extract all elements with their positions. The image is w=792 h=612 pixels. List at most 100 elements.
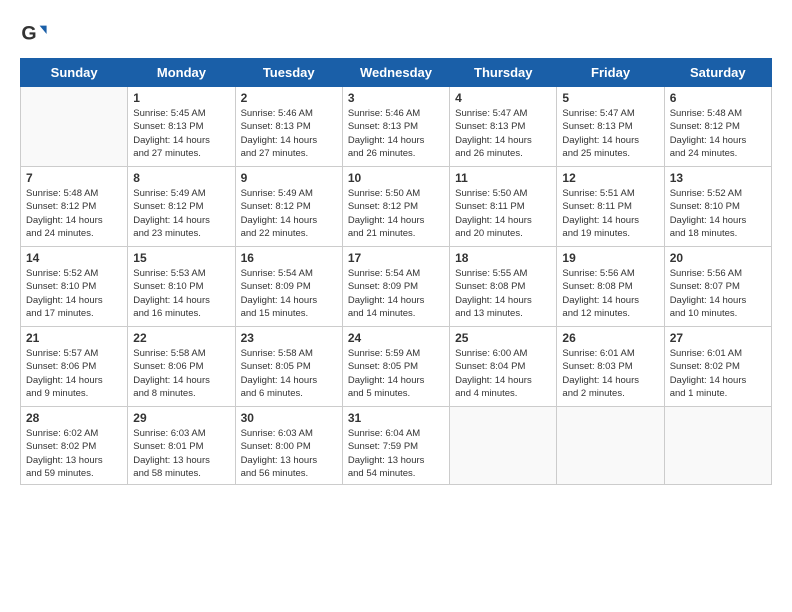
cell-content: Sunrise: 5:48 AM Sunset: 8:12 PM Dayligh…: [26, 187, 122, 240]
calendar-cell: 6Sunrise: 5:48 AM Sunset: 8:12 PM Daylig…: [664, 87, 771, 167]
date-number: 3: [348, 91, 444, 105]
date-number: 29: [133, 411, 229, 425]
day-header-monday: Monday: [128, 59, 235, 87]
cell-content: Sunrise: 6:01 AM Sunset: 8:03 PM Dayligh…: [562, 347, 658, 400]
calendar-cell: 21 Sunrise: 5:57 AM Sunset: 8:06 PM Dayli…: [21, 327, 128, 407]
cell-content: Sunrise: 5:45 AM Sunset: 8:13 PM Dayligh…: [133, 107, 229, 160]
calendar-cell: 14 Sunrise: 5:52 AM Sunset: 8:10 PM Dayli…: [21, 247, 128, 327]
calendar-cell: 9Sunrise: 5:49 AM Sunset: 8:12 PM Daylig…: [235, 167, 342, 247]
date-number: 20: [670, 251, 766, 265]
date-number: 31: [348, 411, 444, 425]
date-number: 6: [670, 91, 766, 105]
calendar-cell: 3 Sunrise: 5:46 AM Sunset: 8:13 PM Daylig…: [342, 87, 449, 167]
cell-content: Sunrise: 5:47 AM Sunset: 8:13 PM Dayligh…: [455, 107, 551, 160]
date-number: 16: [241, 251, 337, 265]
calendar-cell: 7 Sunrise: 5:48 AM Sunset: 8:12 PM Daylig…: [21, 167, 128, 247]
calendar-cell: 22 Sunrise: 5:58 AM Sunset: 8:06 PM Dayli…: [128, 327, 235, 407]
date-number: 4: [455, 91, 551, 105]
cell-content: Sunrise: 5:47 AM Sunset: 8:13 PM Dayligh…: [562, 107, 658, 160]
calendar-cell: 19 Sunrise: 5:56 AM Sunset: 8:08 PM Dayli…: [557, 247, 664, 327]
calendar-cell: 17 Sunrise: 5:54 AM Sunset: 8:09 PM Dayli…: [342, 247, 449, 327]
calendar-cell: 12 Sunrise: 5:51 AM Sunset: 8:11 PM Dayli…: [557, 167, 664, 247]
day-header-sunday: Sunday: [21, 59, 128, 87]
cell-content: Sunrise: 6:00 AM Sunset: 8:04 PM Dayligh…: [455, 347, 551, 400]
cell-content: Sunrise: 6:01 AM Sunset: 8:02 PM Dayligh…: [670, 347, 766, 400]
calendar-cell: 28 Sunrise: 6:02 AM Sunset: 8:02 PM Dayli…: [21, 407, 128, 485]
date-number: 25: [455, 331, 551, 345]
cell-content: Sunrise: 5:58 AM Sunset: 8:05 PM Dayligh…: [241, 347, 337, 400]
day-header-wednesday: Wednesday: [342, 59, 449, 87]
cell-content: Sunrise: 5:53 AM Sunset: 8:10 PM Dayligh…: [133, 267, 229, 320]
date-number: 5: [562, 91, 658, 105]
cell-content: Sunrise: 5:54 AM Sunset: 8:09 PM Dayligh…: [348, 267, 444, 320]
calendar-header-row: SundayMondayTuesdayWednesdayThursdayFrid…: [21, 59, 772, 87]
calendar-cell: 25 Sunrise: 6:00 AM Sunset: 8:04 PM Dayli…: [450, 327, 557, 407]
date-number: 17: [348, 251, 444, 265]
date-number: 21: [26, 331, 122, 345]
calendar-week-4: 21 Sunrise: 5:57 AM Sunset: 8:06 PM Dayli…: [21, 327, 772, 407]
calendar-cell: 8 Sunrise: 5:49 AM Sunset: 8:12 PM Daylig…: [128, 167, 235, 247]
cell-content: Sunrise: 5:46 AM Sunset: 8:13 PM Dayligh…: [241, 107, 337, 160]
date-number: 11: [455, 171, 551, 185]
date-number: 26: [562, 331, 658, 345]
logo-icon: G: [20, 20, 48, 48]
date-number: 10: [348, 171, 444, 185]
cell-content: Sunrise: 6:03 AM Sunset: 8:01 PM Dayligh…: [133, 427, 229, 480]
calendar-cell: [557, 407, 664, 485]
date-number: 1: [133, 91, 229, 105]
cell-content: Sunrise: 6:04 AM Sunset: 7:59 PM Dayligh…: [348, 427, 444, 480]
svg-text:G: G: [21, 23, 36, 45]
cell-content: Sunrise: 5:51 AM Sunset: 8:11 PM Dayligh…: [562, 187, 658, 240]
date-number: 27: [670, 331, 766, 345]
date-number: 13: [670, 171, 766, 185]
day-header-tuesday: Tuesday: [235, 59, 342, 87]
date-number: 15: [133, 251, 229, 265]
calendar-cell: 30Sunrise: 6:03 AM Sunset: 8:00 PM Dayli…: [235, 407, 342, 485]
calendar-cell: 4 Sunrise: 5:47 AM Sunset: 8:13 PM Daylig…: [450, 87, 557, 167]
calendar-cell: 13Sunrise: 5:52 AM Sunset: 8:10 PM Dayli…: [664, 167, 771, 247]
cell-content: Sunrise: 5:55 AM Sunset: 8:08 PM Dayligh…: [455, 267, 551, 320]
calendar-cell: 1 Sunrise: 5:45 AM Sunset: 8:13 PM Daylig…: [128, 87, 235, 167]
cell-content: Sunrise: 5:46 AM Sunset: 8:13 PM Dayligh…: [348, 107, 444, 160]
cell-content: Sunrise: 5:49 AM Sunset: 8:12 PM Dayligh…: [133, 187, 229, 240]
day-header-thursday: Thursday: [450, 59, 557, 87]
cell-content: Sunrise: 5:52 AM Sunset: 8:10 PM Dayligh…: [26, 267, 122, 320]
date-number: 22: [133, 331, 229, 345]
calendar-cell: [450, 407, 557, 485]
calendar-cell: 20 Sunrise: 5:56 AM Sunset: 8:07 PM Dayli…: [664, 247, 771, 327]
logo: G: [20, 20, 52, 48]
page-header: G: [20, 20, 772, 48]
calendar-cell: 15 Sunrise: 5:53 AM Sunset: 8:10 PM Dayli…: [128, 247, 235, 327]
calendar-cell: 16 Sunrise: 5:54 AM Sunset: 8:09 PM Dayli…: [235, 247, 342, 327]
calendar-cell: 29 Sunrise: 6:03 AM Sunset: 8:01 PM Dayli…: [128, 407, 235, 485]
cell-content: Sunrise: 5:50 AM Sunset: 8:12 PM Dayligh…: [348, 187, 444, 240]
cell-content: Sunrise: 5:56 AM Sunset: 8:08 PM Dayligh…: [562, 267, 658, 320]
calendar-cell: [664, 407, 771, 485]
cell-content: Sunrise: 5:56 AM Sunset: 8:07 PM Dayligh…: [670, 267, 766, 320]
date-number: 12: [562, 171, 658, 185]
calendar-body: 1 Sunrise: 5:45 AM Sunset: 8:13 PM Daylig…: [21, 87, 772, 485]
cell-content: Sunrise: 5:58 AM Sunset: 8:06 PM Dayligh…: [133, 347, 229, 400]
calendar-cell: 2Sunrise: 5:46 AM Sunset: 8:13 PM Daylig…: [235, 87, 342, 167]
cell-content: Sunrise: 5:54 AM Sunset: 8:09 PM Dayligh…: [241, 267, 337, 320]
calendar-week-1: 1 Sunrise: 5:45 AM Sunset: 8:13 PM Daylig…: [21, 87, 772, 167]
cell-content: Sunrise: 5:57 AM Sunset: 8:06 PM Dayligh…: [26, 347, 122, 400]
date-number: 8: [133, 171, 229, 185]
date-number: 24: [348, 331, 444, 345]
date-number: 9: [241, 171, 337, 185]
calendar-cell: [21, 87, 128, 167]
calendar-cell: 5 Sunrise: 5:47 AM Sunset: 8:13 PM Daylig…: [557, 87, 664, 167]
calendar-week-2: 7 Sunrise: 5:48 AM Sunset: 8:12 PM Daylig…: [21, 167, 772, 247]
calendar-cell: 23Sunrise: 5:58 AM Sunset: 8:05 PM Dayli…: [235, 327, 342, 407]
calendar-cell: 31 Sunrise: 6:04 AM Sunset: 7:59 PM Dayli…: [342, 407, 449, 485]
cell-content: Sunrise: 6:02 AM Sunset: 8:02 PM Dayligh…: [26, 427, 122, 480]
calendar-week-5: 28 Sunrise: 6:02 AM Sunset: 8:02 PM Dayli…: [21, 407, 772, 485]
date-number: 28: [26, 411, 122, 425]
day-header-friday: Friday: [557, 59, 664, 87]
date-number: 19: [562, 251, 658, 265]
date-number: 14: [26, 251, 122, 265]
calendar-cell: 24Sunrise: 5:59 AM Sunset: 8:05 PM Dayli…: [342, 327, 449, 407]
calendar-table: SundayMondayTuesdayWednesdayThursdayFrid…: [20, 58, 772, 485]
calendar-cell: 26 Sunrise: 6:01 AM Sunset: 8:03 PM Dayli…: [557, 327, 664, 407]
date-number: 7: [26, 171, 122, 185]
